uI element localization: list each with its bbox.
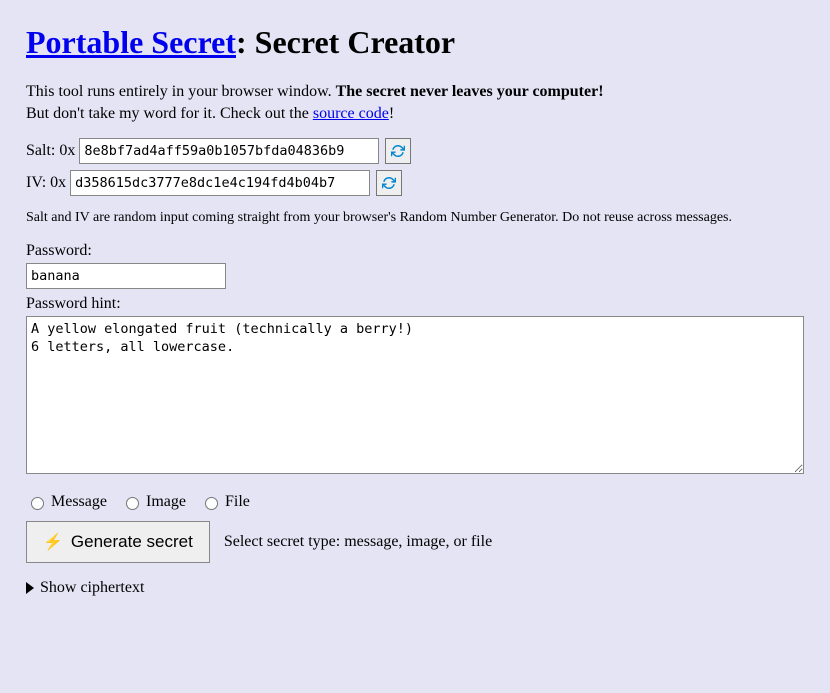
intro-line1-bold: The secret never leaves your computer!	[336, 83, 604, 100]
radio-image-label[interactable]: Image	[121, 493, 186, 511]
type-radios: Message Image File	[26, 493, 804, 511]
rng-note: Salt and IV are random input coming stra…	[26, 210, 804, 226]
radio-file-label[interactable]: File	[200, 493, 250, 511]
disclosure-triangle-icon	[26, 582, 34, 594]
hint-textarea[interactable]	[26, 316, 804, 474]
page-title: Portable Secret: Secret Creator	[26, 24, 804, 61]
radio-file-text: File	[225, 493, 250, 511]
generate-button-label: Generate secret	[71, 532, 193, 552]
radio-message[interactable]	[31, 497, 44, 510]
hint-label: Password hint:	[26, 295, 804, 313]
details-summary-text: Show ciphertext	[40, 579, 144, 597]
generate-button[interactable]: ⚡ Generate secret	[26, 521, 210, 563]
salt-refresh-button[interactable]	[385, 138, 411, 164]
radio-message-label[interactable]: Message	[26, 493, 107, 511]
bolt-icon: ⚡	[43, 532, 63, 552]
source-code-link[interactable]: source code	[313, 105, 389, 122]
iv-row: IV: 0x	[26, 170, 804, 196]
refresh-icon	[382, 176, 396, 190]
radio-image[interactable]	[126, 497, 139, 510]
refresh-icon	[391, 144, 405, 158]
salt-input[interactable]	[79, 138, 379, 164]
iv-label: IV: 0x	[26, 174, 66, 192]
radio-image-text: Image	[146, 493, 186, 511]
password-label: Password:	[26, 242, 804, 260]
portable-secret-link[interactable]: Portable Secret	[26, 24, 236, 60]
salt-label: Salt: 0x	[26, 142, 75, 160]
ciphertext-details[interactable]: Show ciphertext	[26, 579, 804, 597]
title-suffix: : Secret Creator	[236, 24, 455, 60]
intro-line2-post: !	[389, 105, 394, 122]
radio-message-text: Message	[51, 493, 107, 511]
intro-line2-pre: But don't take my word for it. Check out…	[26, 105, 313, 122]
salt-row: Salt: 0x	[26, 138, 804, 164]
password-input[interactable]	[26, 263, 226, 289]
intro-line1-pre: This tool runs entirely in your browser …	[26, 83, 336, 100]
radio-file[interactable]	[205, 497, 218, 510]
iv-input[interactable]	[70, 170, 370, 196]
iv-refresh-button[interactable]	[376, 170, 402, 196]
intro-text: This tool runs entirely in your browser …	[26, 81, 804, 124]
generate-status: Select secret type: message, image, or f…	[224, 533, 492, 551]
